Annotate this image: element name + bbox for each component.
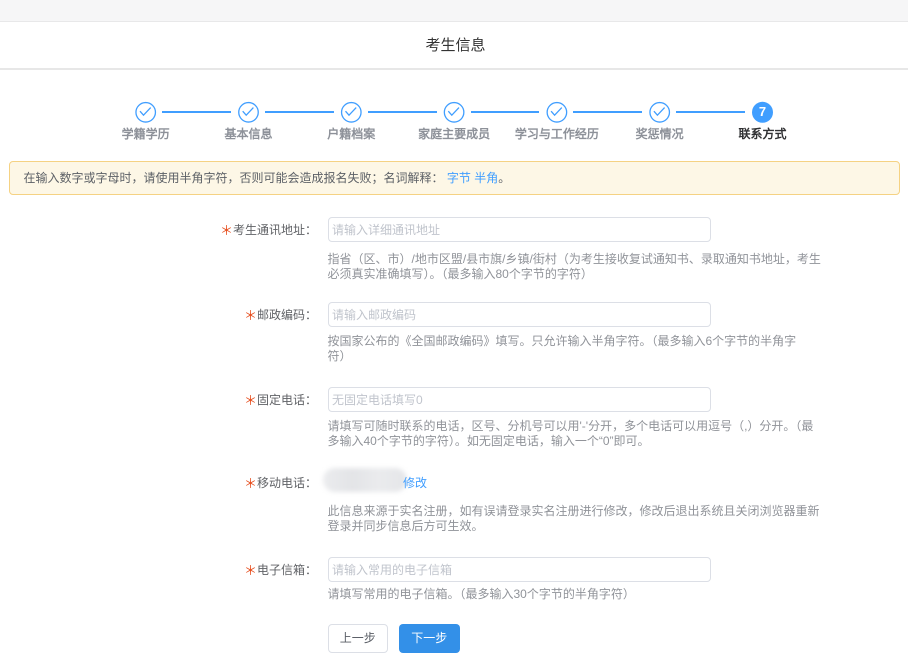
svg-text:7: 7 — [759, 104, 766, 119]
